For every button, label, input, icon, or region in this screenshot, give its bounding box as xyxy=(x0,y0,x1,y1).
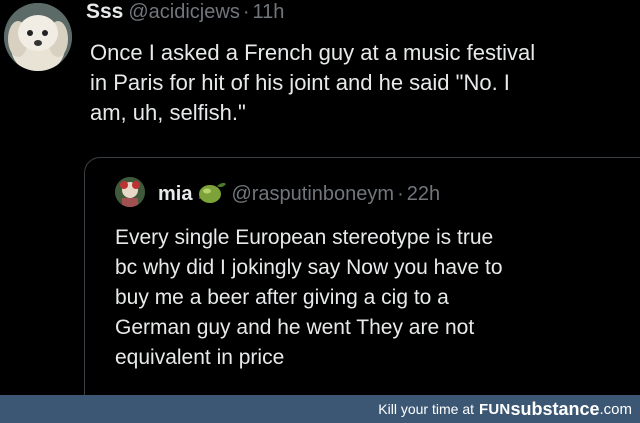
timestamp[interactable]: 11h xyxy=(253,1,285,23)
separator-dot: · xyxy=(242,1,250,23)
cartoon-avatar-icon[interactable] xyxy=(115,177,145,207)
quoted-display-name[interactable]: mia xyxy=(158,183,192,205)
watermark-text: Kill your time at xyxy=(378,401,474,417)
quoted-tweet-header: mia @rasputinboneym · 22h xyxy=(158,180,440,206)
watermark-bar[interactable]: Kill your time at FUN substance .com xyxy=(0,395,640,423)
quoted-separator-dot: · xyxy=(397,183,404,205)
quoted-user-handle[interactable]: @rasputinboneym xyxy=(231,183,394,205)
olive-emoji-icon xyxy=(195,180,227,206)
white-dog-avatar-icon[interactable] xyxy=(4,3,72,71)
tweet-text: Once I asked a French guy at a music fes… xyxy=(90,40,536,125)
tweet: Sss @acidicjews · 11h Once I asked a French… xyxy=(0,0,640,395)
quoted-tweet-text: Every single European stereotype is true… xyxy=(115,226,503,369)
watermark-brand-substance: substance xyxy=(510,398,600,419)
quoted-timestamp[interactable]: 22h xyxy=(407,183,440,205)
user-handle[interactable]: @acidicjews xyxy=(128,1,239,23)
display-name[interactable]: Sss xyxy=(86,0,123,23)
watermark-brand-tld: .com xyxy=(599,400,632,418)
quoted-tweet[interactable]: mia @rasputinboneym · 22h Every single Euro… xyxy=(84,157,640,395)
watermark-brand-fun: FUN xyxy=(479,400,511,418)
tweet-header: Sss @acidicjews · 11h xyxy=(86,0,284,28)
